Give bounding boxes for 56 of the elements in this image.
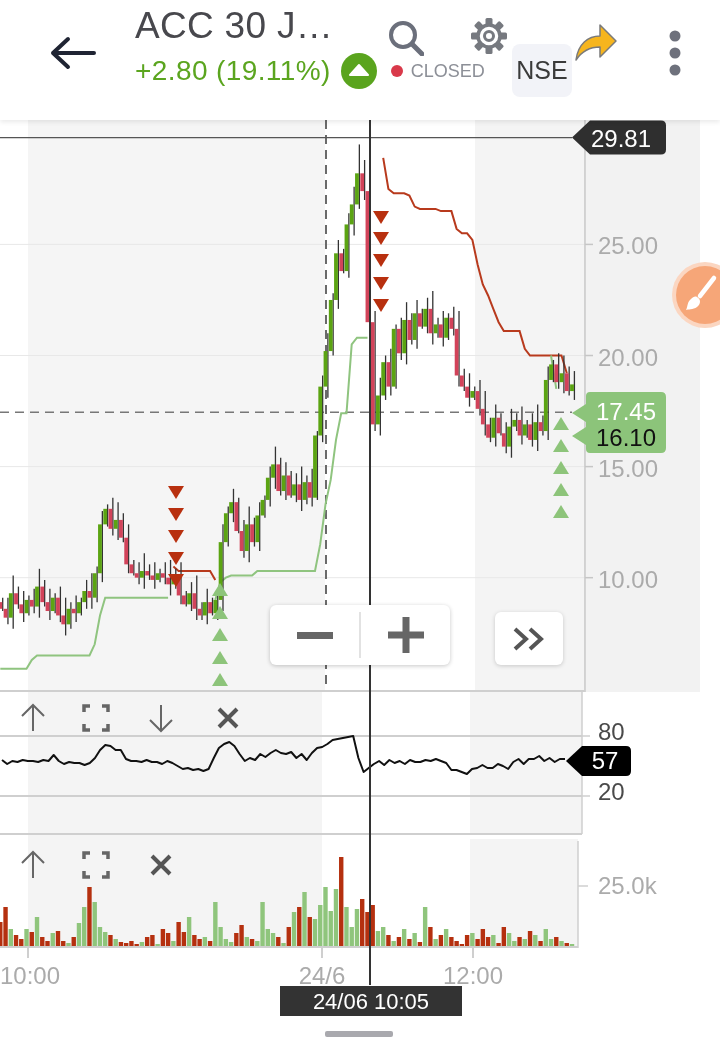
plus-icon (387, 617, 424, 653)
share-arrow-icon[interactable] (574, 22, 618, 62)
move-up-icon[interactable] (21, 703, 45, 732)
expand-icon[interactable] (82, 851, 110, 879)
rsi-axis-label: 80 (598, 718, 625, 745)
stock-title: ACC 30 J… (135, 4, 334, 48)
scroll-to-latest-button[interactable] (495, 612, 563, 665)
volume-axis-label: 25.0k (598, 872, 657, 899)
expand-icon[interactable] (82, 704, 110, 732)
market-status: CLOSED (410, 60, 485, 82)
price-axis-label: 15.00 (598, 454, 659, 482)
rsi-axis-label: 20 (598, 778, 625, 805)
close-icon[interactable] (150, 854, 172, 876)
up-triangle-icon (553, 505, 569, 518)
down-triangle-icon (168, 574, 184, 587)
price-axis-label: 10.00 (598, 565, 659, 593)
double-chevron-icon (512, 625, 546, 652)
down-triangle-icon (373, 211, 389, 224)
up-triangle-icon (212, 583, 228, 596)
price-value: 17.45 (595, 398, 657, 425)
down-triangle-icon (373, 299, 389, 312)
down-triangle-icon (373, 277, 389, 290)
up-triangle-icon (212, 606, 228, 619)
up-triangle-icon (553, 483, 569, 496)
close-icon[interactable] (217, 707, 239, 729)
price-value: 16.10 (595, 424, 657, 451)
more-options-icon[interactable] (668, 29, 682, 77)
down-triangle-icon (168, 508, 184, 521)
price-change: +2.80 (19.11%) (135, 55, 331, 87)
time-axis-label: 12:00 (442, 962, 504, 989)
down-triangle-icon (373, 232, 389, 245)
up-triangle-icon (553, 461, 569, 474)
home-indicator (325, 1031, 393, 1037)
exchange-button[interactable]: NSE (512, 44, 572, 97)
back-arrow-icon (48, 36, 96, 70)
down-triangle-icon (373, 254, 389, 267)
time-axis-label: 10:00 (0, 962, 61, 989)
settings-icon[interactable] (469, 16, 509, 56)
minus-icon (296, 631, 333, 639)
crosshair-time-tag: 24/06 10:05 (280, 986, 462, 1016)
up-triangle-icon (212, 628, 228, 641)
up-triangle-icon (212, 673, 228, 686)
down-triangle-icon (168, 486, 184, 499)
search-icon[interactable] (388, 20, 424, 56)
price-axis-label: 20.00 (598, 343, 659, 371)
price-axis-label: 25.00 (598, 232, 659, 260)
down-triangle-icon (168, 552, 184, 565)
time-axis-label: 24/6 (298, 962, 346, 989)
move-down-icon[interactable] (149, 704, 173, 733)
up-triangle-icon (212, 651, 228, 664)
paint-brush-icon (686, 275, 717, 310)
move-up-icon[interactable] (21, 850, 45, 879)
up-triangle-icon (553, 439, 569, 452)
down-triangle-icon (168, 530, 184, 543)
up-triangle-icon (553, 417, 569, 430)
rsi-value-tag: 57 (566, 746, 631, 776)
